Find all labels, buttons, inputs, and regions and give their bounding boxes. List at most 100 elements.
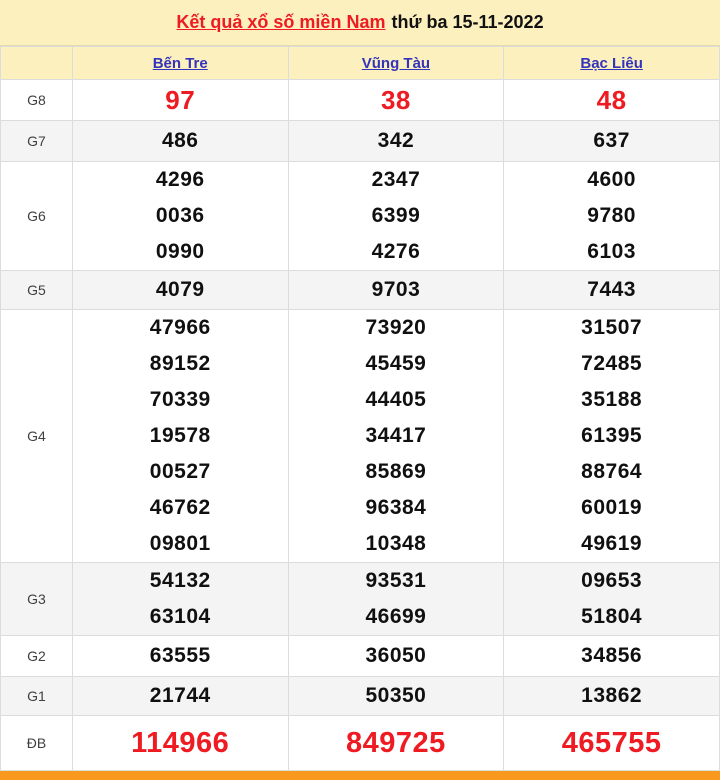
result-number: 49619: [504, 526, 719, 562]
result-number: 44405: [289, 382, 504, 418]
result-cell: 13862: [504, 677, 720, 716]
result-number: 4296: [73, 162, 288, 198]
result-cell: 465755: [504, 716, 720, 771]
prize-row-g4: G4 47966 89152 70339 19578 00527 46762 0…: [1, 310, 720, 563]
result-cell: 342: [288, 121, 504, 162]
result-number: 6399: [289, 198, 504, 234]
corner-cell: [1, 47, 73, 80]
result-number: 849725: [289, 716, 504, 770]
prize-row-g7: G7 486 342 637: [1, 121, 720, 162]
prize-label: ĐB: [1, 716, 73, 771]
result-cell: 97: [72, 80, 288, 121]
prize-label: G1: [1, 677, 73, 716]
result-number: 9780: [504, 198, 719, 234]
result-number: 73920: [289, 310, 504, 346]
result-number: 61395: [504, 418, 719, 454]
result-number: 09653: [504, 563, 719, 599]
result-number: 00527: [73, 454, 288, 490]
results-table: Bến Tre Vũng Tàu Bạc Liêu G8 97 38 48 G7…: [0, 46, 720, 771]
result-number: 0990: [73, 234, 288, 270]
result-number: 45459: [289, 346, 504, 382]
result-number: 6103: [504, 234, 719, 270]
result-number: 0036: [73, 198, 288, 234]
result-number: 09801: [73, 526, 288, 562]
result-number: 35188: [504, 382, 719, 418]
result-cell: 21744: [72, 677, 288, 716]
result-number: 60019: [504, 490, 719, 526]
prize-label: G8: [1, 80, 73, 121]
result-number: 34856: [504, 636, 719, 676]
result-cell: 486: [72, 121, 288, 162]
prize-row-db: ĐB 114966 849725 465755: [1, 716, 720, 771]
result-number: 50350: [289, 677, 504, 715]
prize-label: G4: [1, 310, 73, 563]
result-cell: 36050: [288, 636, 504, 677]
result-number: 63555: [73, 636, 288, 676]
result-number: 38: [289, 80, 504, 120]
result-number: 486: [73, 121, 288, 161]
result-number: 54132: [73, 563, 288, 599]
result-number: 93531: [289, 563, 504, 599]
result-number: 4079: [73, 271, 288, 309]
result-number: 63104: [73, 599, 288, 635]
result-number: 4276: [289, 234, 504, 270]
prize-row-g2: G2 63555 36050 34856: [1, 636, 720, 677]
result-number: 48: [504, 80, 719, 120]
result-number: 342: [289, 121, 504, 161]
result-cell: 9703: [288, 271, 504, 310]
result-number: 10348: [289, 526, 504, 562]
result-cell: 34856: [504, 636, 720, 677]
result-number: 34417: [289, 418, 504, 454]
result-cell: 4296 0036 0990: [72, 162, 288, 271]
result-cell: 849725: [288, 716, 504, 771]
result-number: 9703: [289, 271, 504, 309]
province-link-bac-lieu[interactable]: Bạc Liêu: [580, 55, 643, 72]
result-cell: 63555: [72, 636, 288, 677]
result-number: 465755: [504, 716, 719, 770]
result-cell: 2347 6399 4276: [288, 162, 504, 271]
title-link[interactable]: Kết quả xổ số miền Nam: [176, 12, 385, 33]
result-cell: 4600 9780 6103: [504, 162, 720, 271]
result-number: 51804: [504, 599, 719, 635]
result-cell: 73920 45459 44405 34417 85869 96384 1034…: [288, 310, 504, 563]
result-number: 13862: [504, 677, 719, 715]
result-number: 7443: [504, 271, 719, 309]
result-number: 47966: [73, 310, 288, 346]
result-cell: 7443: [504, 271, 720, 310]
title-date: thứ ba 15-11-2022: [391, 12, 543, 33]
result-cell: 38: [288, 80, 504, 121]
result-number: 96384: [289, 490, 504, 526]
result-number: 19578: [73, 418, 288, 454]
prize-row-g3: G3 54132 63104 93531 46699 09653 51804: [1, 563, 720, 636]
result-number: 85869: [289, 454, 504, 490]
prize-row-g1: G1 21744 50350 13862: [1, 677, 720, 716]
result-number: 46762: [73, 490, 288, 526]
result-number: 114966: [73, 716, 288, 770]
result-number: 21744: [73, 677, 288, 715]
result-number: 4600: [504, 162, 719, 198]
footer-accent-bar: [0, 771, 720, 780]
result-number: 31507: [504, 310, 719, 346]
prize-label: G2: [1, 636, 73, 677]
province-link-vung-tau[interactable]: Vũng Tàu: [362, 55, 430, 72]
prize-row-g5: G5 4079 9703 7443: [1, 271, 720, 310]
result-number: 72485: [504, 346, 719, 382]
prize-label: G7: [1, 121, 73, 162]
province-link-ben-tre[interactable]: Bến Tre: [153, 55, 208, 72]
result-cell: 54132 63104: [72, 563, 288, 636]
result-cell: 09653 51804: [504, 563, 720, 636]
result-number: 2347: [289, 162, 504, 198]
result-number: 88764: [504, 454, 719, 490]
result-number: 36050: [289, 636, 504, 676]
title-bar: Kết quả xổ số miền Nam thứ ba 15-11-2022: [0, 0, 720, 46]
prize-row-g8: G8 97 38 48: [1, 80, 720, 121]
result-cell: 47966 89152 70339 19578 00527 46762 0980…: [72, 310, 288, 563]
result-number: 89152: [73, 346, 288, 382]
prize-label: G3: [1, 563, 73, 636]
result-cell: 48: [504, 80, 720, 121]
result-cell: 114966: [72, 716, 288, 771]
result-cell: 50350: [288, 677, 504, 716]
prize-label: G5: [1, 271, 73, 310]
column-header-row: Bến Tre Vũng Tàu Bạc Liêu: [1, 47, 720, 80]
result-number: 46699: [289, 599, 504, 635]
